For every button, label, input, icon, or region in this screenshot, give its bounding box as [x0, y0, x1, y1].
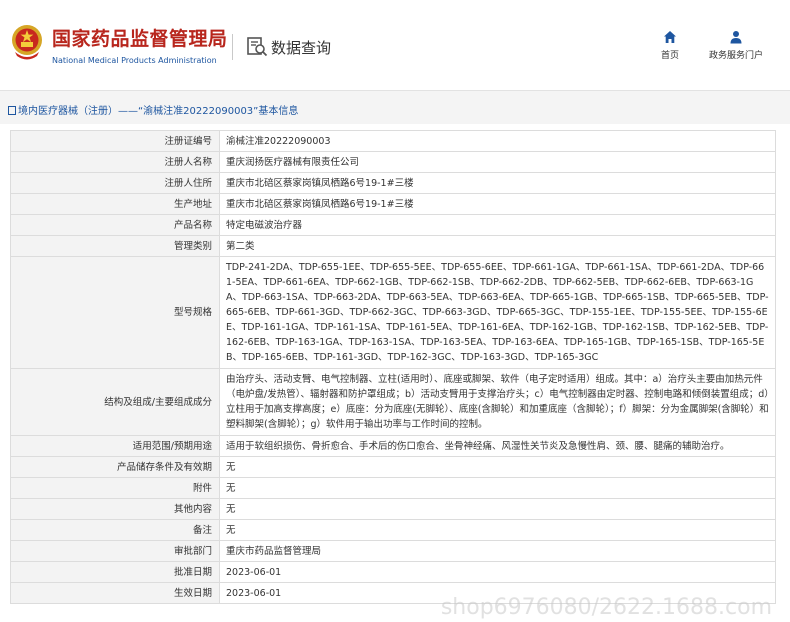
- row-value: 重庆润扬医疗器械有限责任公司: [219, 151, 776, 173]
- row-label: 结构及组成/主要组成成分: [10, 368, 220, 436]
- header-divider: [232, 34, 233, 60]
- table-row: 产品储存条件及有效期 无: [10, 456, 776, 478]
- row-value: TDP-241-2DA、TDP-655-1EE、TDP-655-5EE、TDP-…: [219, 256, 776, 369]
- row-value: 适用于软组织损伤、骨折愈合、手术后的伤口愈合、坐骨神经痛、风湿性关节炎及急慢性肩…: [219, 435, 776, 457]
- row-label: 注册人名称: [10, 151, 220, 173]
- table-row: 审批部门 重庆市药品监督管理局: [10, 540, 776, 562]
- row-value: 无: [219, 456, 776, 478]
- site-header: 国家药品监督管理局 National Medical Products Admi…: [0, 0, 790, 90]
- row-label: 生产地址: [10, 193, 220, 215]
- page-section-title: 数据查询: [271, 39, 332, 57]
- row-value: 无: [219, 519, 776, 541]
- nav-gov-service-portal[interactable]: 政务服务门户: [703, 30, 769, 61]
- table-row: 批准日期 2023-06-01: [10, 561, 776, 583]
- detail-table-container: 注册证编号 渝械注准20222090003 注册人名称 重庆润扬医疗器械有限责任…: [10, 130, 776, 604]
- row-label: 型号规格: [10, 256, 220, 369]
- breadcrumb-bar: 境内医疗器械（注册）——“渝械注准20222090003”基本信息: [0, 90, 790, 124]
- logo-title-en: National Medical Products Administration: [52, 56, 217, 65]
- row-value: 重庆市药品监督管理局: [219, 540, 776, 562]
- row-label: 审批部门: [10, 540, 220, 562]
- table-row: 适用范围/预期用途 适用于软组织损伤、骨折愈合、手术后的伤口愈合、坐骨神经痛、风…: [10, 435, 776, 457]
- table-row: 注册证编号 渝械注准20222090003: [10, 130, 776, 152]
- table-row: 型号规格 TDP-241-2DA、TDP-655-1EE、TDP-655-5EE…: [10, 256, 776, 369]
- row-label: 生效日期: [10, 582, 220, 604]
- data-query-icon: [247, 37, 268, 57]
- nav-home-label: 首页: [660, 51, 679, 61]
- row-label: 附件: [10, 477, 220, 499]
- logo-title-cn: 国家药品监督管理局: [52, 28, 228, 50]
- row-value: 由治疗头、活动支臂、电气控制器、立柱(适用时）、底座或脚架、软件（电子定时适用）…: [219, 368, 776, 436]
- row-label: 其他内容: [10, 498, 220, 520]
- table-row: 生效日期 2023-06-01: [10, 582, 776, 604]
- row-value: 特定电磁波治疗器: [219, 214, 776, 236]
- row-value: 2023-06-01: [219, 582, 776, 604]
- row-value: 第二类: [219, 235, 776, 257]
- row-label: 批准日期: [10, 561, 220, 583]
- row-label: 注册人住所: [10, 172, 220, 194]
- row-label: 注册证编号: [10, 130, 220, 152]
- row-label: 产品名称: [10, 214, 220, 236]
- table-row: 备注 无: [10, 519, 776, 541]
- breadcrumb-text: 境内医疗器械（注册）——“渝械注准20222090003”基本信息: [18, 106, 299, 117]
- nav-portal-label: 政务服务门户: [708, 51, 763, 61]
- row-label: 管理类别: [10, 235, 220, 257]
- table-row: 其他内容 无: [10, 498, 776, 520]
- site-logo[interactable]: 国家药品监督管理局 National Medical Products Admi…: [52, 28, 228, 65]
- row-value: 重庆市北碚区蔡家岗镇凤栖路6号19-1#三楼: [219, 172, 776, 194]
- user-icon: [730, 31, 742, 44]
- table-row: 注册人名称 重庆润扬医疗器械有限责任公司: [10, 151, 776, 173]
- breadcrumb[interactable]: 境内医疗器械（注册）——“渝械注准20222090003”基本信息: [8, 102, 298, 117]
- table-row: 注册人住所 重庆市北碚区蔡家岗镇凤栖路6号19-1#三楼: [10, 172, 776, 194]
- table-row: 产品名称 特定电磁波治疗器: [10, 214, 776, 236]
- national-emblem-icon: [12, 25, 42, 60]
- row-label: 适用范围/预期用途: [10, 435, 220, 457]
- row-value: 无: [219, 498, 776, 520]
- row-label: 备注: [10, 519, 220, 541]
- table-row: 生产地址 重庆市北碚区蔡家岗镇凤栖路6号19-1#三楼: [10, 193, 776, 215]
- row-value: 重庆市北碚区蔡家岗镇凤栖路6号19-1#三楼: [219, 193, 776, 215]
- home-icon: [664, 31, 676, 43]
- detail-table: 注册证编号 渝械注准20222090003 注册人名称 重庆润扬医疗器械有限责任…: [10, 130, 776, 604]
- table-row: 结构及组成/主要组成成分 由治疗头、活动支臂、电气控制器、立柱(适用时）、底座或…: [10, 368, 776, 436]
- document-icon: [8, 106, 16, 115]
- nav-home[interactable]: 首页: [655, 30, 685, 61]
- row-value: 无: [219, 477, 776, 499]
- table-row: 管理类别 第二类: [10, 235, 776, 257]
- row-label: 产品储存条件及有效期: [10, 456, 220, 478]
- table-row: 附件 无: [10, 477, 776, 499]
- row-value: 渝械注准20222090003: [219, 130, 776, 152]
- row-value: 2023-06-01: [219, 561, 776, 583]
